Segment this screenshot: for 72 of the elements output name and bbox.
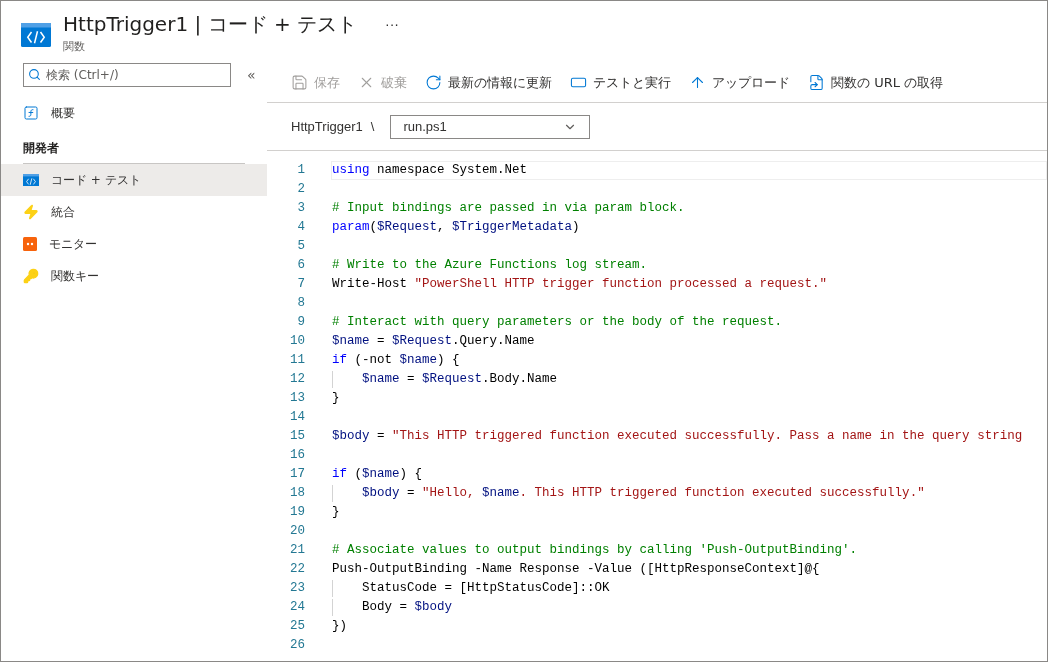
line-number: 8 [296, 295, 306, 313]
code-line: # Associate values to output bindings by calling 'Push-OutputBinding'. [331, 542, 859, 559]
code-line: $body = "This HTTP triggered function executed successfully. Pass a name in the query string [331, 428, 1024, 445]
toolbar-button[interactable]: テストと実行 [570, 72, 671, 93]
line-number: 20 [289, 523, 306, 541]
nav-item[interactable]: 統合 [1, 196, 267, 228]
code-line: $name = $Request.Query.Name [331, 333, 536, 350]
line-number: 25 [289, 618, 306, 636]
code-line: } [331, 390, 341, 407]
nav-item[interactable]: コード + テスト [1, 164, 267, 196]
line-number: 2 [296, 181, 306, 199]
toolbar-button[interactable]: 最新の情報に更新 [425, 72, 552, 93]
code-line: if (-not $name) { [331, 352, 461, 369]
line-number: 9 [296, 314, 306, 332]
search-icon [28, 68, 41, 81]
line-number: 16 [289, 447, 306, 465]
code-icon [21, 23, 51, 47]
line-number: 5 [296, 238, 306, 256]
code-line: # Interact with query parameters or the body of the request. [331, 314, 784, 331]
line-number: 18 [289, 485, 306, 503]
breadcrumb-separator: \ [370, 117, 375, 136]
file-dropdown[interactable]: run.ps1 [390, 114, 591, 139]
nav-item[interactable]: モニター [1, 228, 267, 260]
collapse-button[interactable]: « [247, 64, 256, 86]
function-icon [23, 105, 39, 121]
code-line: param($Request, $TriggerMetadata) [331, 219, 581, 236]
page-subtitle: 関数 [63, 39, 86, 55]
line-number: 11 [289, 352, 306, 370]
line-number: 6 [296, 257, 306, 275]
line-number: 22 [289, 561, 306, 579]
toolbar-button[interactable]: 関数の URL の取得 [808, 72, 944, 93]
key-icon [23, 268, 39, 284]
code-line: StatusCode = [HttpStatusCode]::OK [331, 579, 1047, 598]
more-button[interactable]: ··· [381, 13, 404, 35]
code-line: $name = $Request.Body.Name [331, 370, 1047, 389]
line-number: 4 [296, 219, 306, 237]
line-number: 13 [289, 390, 306, 408]
upload-icon [689, 74, 706, 91]
line-number: 1 [296, 162, 306, 180]
code-icon [23, 173, 39, 187]
line-number: 21 [289, 542, 306, 560]
line-number: 24 [289, 599, 306, 617]
line-number: 19 [289, 504, 306, 522]
toolbar-button[interactable]: アップロード [689, 72, 790, 93]
line-number: 23 [289, 580, 306, 598]
code-line: $body = "Hello, $name. This HTTP triggered function executed successfully." [331, 484, 1047, 503]
page-title: HttpTrigger1 | コード + テスト [63, 11, 358, 38]
code-line: # Input bindings are passed in via param block. [331, 200, 686, 217]
monitor-icon [23, 237, 37, 251]
code-line: Push-OutputBinding -Name Response -Value ([HttpResponseContext]@{ [331, 561, 821, 578]
refresh-icon [425, 74, 442, 91]
line-number: 14 [289, 409, 306, 427]
code-line: } [331, 504, 341, 521]
line-number: 12 [289, 371, 306, 389]
code-line: Body = $body [331, 598, 1047, 617]
search-field[interactable]: 検索 (Ctrl+/) [23, 63, 231, 87]
nav-item[interactable]: 関数キー [1, 260, 267, 292]
nav-item[interactable]: 概要 [1, 97, 267, 129]
line-number: 7 [296, 276, 306, 294]
line-number: 3 [296, 200, 306, 218]
breadcrumb-path: HttpTrigger1 [291, 117, 363, 136]
line-number: 26 [289, 637, 306, 655]
code-line: # Write to the Azure Functions log stream. [331, 257, 649, 274]
code-line: if ($name) { [331, 466, 424, 483]
code-line: }) [331, 618, 348, 635]
lightning-icon [23, 204, 39, 220]
file-link-icon [808, 74, 825, 91]
line-number: 10 [289, 333, 306, 351]
line-number: 17 [289, 466, 306, 484]
code-line: Write-Host "PowerShell HTTP trigger function processed a request." [331, 276, 829, 293]
save-icon [291, 74, 308, 91]
line-number: 15 [289, 428, 306, 446]
